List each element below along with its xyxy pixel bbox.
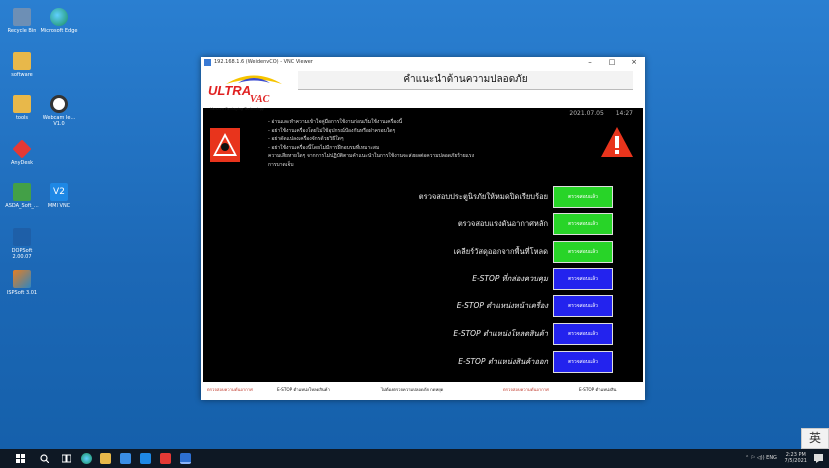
ticker-text: E-STOP ตำแหน่งโหลดสินค้า — [277, 387, 330, 392]
note-line: การบาดเจ็บ — [268, 161, 294, 168]
check-button-air-pressure[interactable]: ตรวจสอบแล้ว — [553, 213, 613, 235]
note-line: ความเสียหายใดๆ จากการไม่ปฏิบัติตามคำแนะน… — [268, 153, 475, 159]
note-line: - อ่านและทำความเข้าใจคู่มือการใช้งานก่อน… — [268, 119, 403, 125]
desktop-icon-software[interactable]: software — [3, 52, 41, 78]
system-tray: ⌃ ⚐ ◁)) ENG 2:23 PM 7/5/2021 — [745, 449, 807, 468]
tray-icons[interactable]: ⌃ ⚐ ◁)) — [745, 455, 766, 461]
ispsoft-icon — [13, 270, 31, 288]
windows-start-icon[interactable] — [16, 454, 25, 463]
desktop-icon-anydesk[interactable]: AnyDesk — [3, 139, 41, 166]
time-text: 14:27 — [615, 110, 633, 117]
store-icon[interactable] — [120, 453, 131, 464]
close-button[interactable]: × — [623, 57, 645, 68]
datetime-display: 2021.07.05 14:27 — [569, 110, 633, 117]
safety-notes: - อ่านและทำความเข้าใจคู่มือการใช้งานก่อน… — [268, 118, 498, 169]
ime-indicator[interactable]: 英 — [801, 428, 829, 449]
vnc-viewer-window: 192.168.1.6 (WeidenvCO) - VNC Viewer – □… — [201, 57, 645, 400]
check-button-safety-door[interactable]: ตรวจสอบแล้ว — [553, 186, 613, 208]
check-row-safety-door: ตรวจสอบประตูนิรภัยให้หมดปิดเรียบร้อย ตรว… — [283, 186, 618, 208]
maximize-button[interactable]: □ — [601, 57, 623, 68]
ultravac-logo: ULTRA VAC Vacuum Packaging Technology — [206, 71, 288, 111]
check-label: E-STOP ตำแหน่งสินค้าออก — [458, 357, 548, 366]
webcam-icon — [50, 95, 68, 113]
check-label: ตรวจสอบแรงดันอากาศหลัก — [457, 219, 548, 228]
window-title: 192.168.1.6 (WeidenvCO) - VNC Viewer — [214, 59, 313, 65]
ticker-text: ไม่ต้องตรวจความปลอดภัย กดหยุด — [381, 387, 444, 392]
logo-subtitle: Vacuum Packaging Technology — [210, 107, 265, 111]
desktop-icon-recycle-bin[interactable]: Recycle Bin — [3, 8, 41, 34]
recycle-bin-icon — [13, 8, 31, 26]
desktop-icon-tools[interactable]: tools — [3, 95, 41, 121]
window-titlebar[interactable]: 192.168.1.6 (WeidenvCO) - VNC Viewer – □… — [201, 57, 645, 68]
status-ticker: ตรวจสอบความดันอากาศ E-STOP ตำแหน่งโหลดสิ… — [203, 382, 643, 398]
check-button-clear-load-area[interactable]: ตรวจสอบแล้ว — [553, 241, 613, 263]
anydesk-taskbar-icon[interactable] — [160, 453, 171, 464]
file-explorer-icon[interactable] — [100, 453, 111, 464]
anydesk-icon — [12, 139, 32, 159]
edge-icon — [50, 8, 68, 26]
check-row-estop-control-box: E-STOP ที่กล่องควบคุม ตรวจสอบแล้ว — [283, 268, 618, 290]
search-icon[interactable] — [40, 454, 49, 463]
logo-ultra-text: ULTRA — [208, 83, 252, 98]
check-row-air-pressure: ตรวจสอบแรงดันอากาศหลัก ตรวจสอบแล้ว — [283, 213, 618, 235]
minimize-button[interactable]: – — [579, 57, 601, 68]
check-button-estop-output[interactable]: ตรวจสอบแล้ว — [553, 351, 613, 373]
page-title: คำแนะนำด้านความปลอดภัย — [298, 71, 633, 90]
safety-badge-icon — [210, 128, 240, 162]
note-line: - อย่าใช้งานเครื่องโดยไม่ใช้อุปกรณ์ป้องก… — [268, 127, 396, 134]
note-line: - อย่าใช้งานเครื่องนี้โดยไม่มีการฝึกอบรม… — [268, 144, 380, 151]
desktop-icon-asda-soft[interactable]: ASDA_Soft_... — [3, 183, 41, 209]
hmi-screen: ULTRA VAC Vacuum Packaging Technology คำ… — [203, 68, 643, 398]
folder-icon — [13, 95, 31, 113]
check-label: เคลียร์วัสดุออกจากพื้นที่โหลด — [453, 247, 548, 256]
ticker-text: ตรวจสอบความดันอากาศ — [503, 387, 549, 392]
check-row-clear-load-area: เคลียร์วัสดุออกจากพื้นที่โหลด ตรวจสอบแล้… — [283, 241, 618, 263]
hmi-header: ULTRA VAC Vacuum Packaging Technology คำ… — [203, 68, 643, 111]
note-line: - อย่าดัดแปลงเครื่องจักรด้วยวิธีใดๆ — [268, 136, 344, 142]
ticker-text: ตรวจสอบความดันอากาศ — [207, 387, 253, 392]
logo-vac-text: VAC — [250, 94, 270, 105]
vnc-viewer-icon — [204, 59, 211, 66]
check-label: ตรวจสอบประตูนิรภัยให้หมดปิดเรียบร้อย — [418, 192, 548, 201]
check-row-estop-output: E-STOP ตำแหน่งสินค้าออก ตรวจสอบแล้ว — [283, 351, 618, 373]
notification-icon[interactable] — [814, 454, 823, 463]
edge-taskbar-icon[interactable] — [81, 453, 92, 464]
check-label: E-STOP ตำแหน่งหน้าเครื่อง — [456, 301, 548, 310]
clock[interactable]: 2:23 PM 7/5/2021 — [785, 452, 807, 464]
clock-date: 7/5/2021 — [784, 457, 807, 464]
check-row-estop-loading: E-STOP ตำแหน่งโหลดสินค้า ตรวจสอบแล้ว — [283, 323, 618, 345]
check-button-estop-front[interactable]: ตรวจสอบแล้ว — [553, 295, 613, 317]
date-text: 2021.07.05 — [569, 110, 604, 117]
asda-soft-icon — [13, 183, 31, 201]
desktop-icon-webcam[interactable]: Webcam Ie... V1.0 — [40, 95, 78, 127]
desktop-icon-ispsoft[interactable]: ISPSoft 3.01 — [3, 270, 41, 296]
check-row-estop-front: E-STOP ตำแหน่งหน้าเครื่อง ตรวจสอบแล้ว — [283, 295, 618, 317]
vnc-icon: V2 — [50, 183, 68, 201]
desktop-icon-edge[interactable]: Microsoft Edge — [40, 8, 78, 34]
check-label: E-STOP ตำแหน่งโหลดสินค้า — [453, 329, 548, 338]
ticker-text: E-STOP ตำแหน่งสิน — [579, 387, 617, 392]
mail-icon[interactable] — [140, 453, 151, 464]
dopsoft-icon — [13, 228, 31, 246]
vnc-taskbar-icon[interactable] — [180, 453, 191, 464]
task-view-icon[interactable] — [62, 454, 71, 463]
folder-icon — [13, 52, 31, 70]
check-button-estop-control-box[interactable]: ตรวจสอบแล้ว — [553, 268, 613, 290]
check-label: E-STOP ที่กล่องควบคุม — [472, 274, 548, 283]
language-indicator[interactable]: ENG — [766, 455, 777, 461]
warning-icon — [601, 127, 633, 157]
desktop-icon-mmi-vnc[interactable]: V2 MMI VNC — [40, 183, 78, 209]
check-button-estop-loading[interactable]: ตรวจสอบแล้ว — [553, 323, 613, 345]
desktop-icon-dopsoft[interactable]: DOPSoft 2.00.07 — [3, 228, 41, 260]
taskbar: ⌃ ⚐ ◁)) ENG 2:23 PM 7/5/2021 — [0, 449, 829, 468]
